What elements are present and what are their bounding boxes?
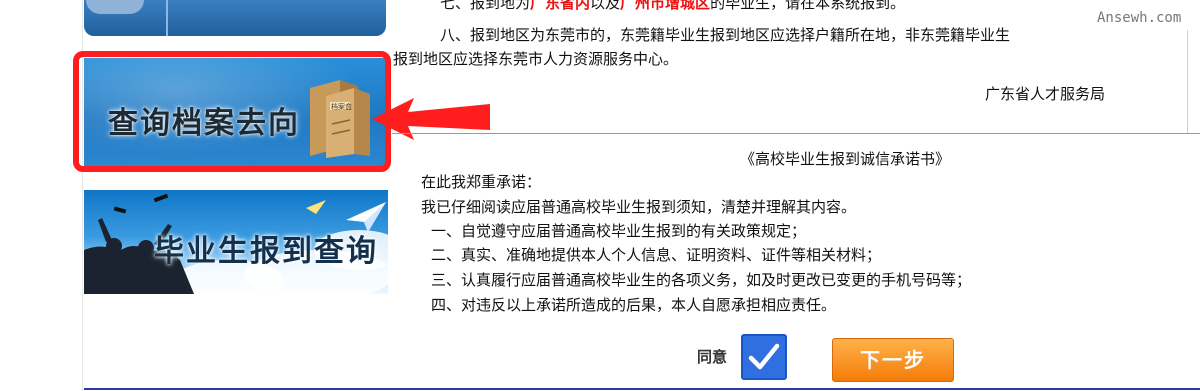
notice-line-7: 七、报到地为广东省内以及广州市增城区的毕业生，请在本系统报到。 bbox=[440, 0, 906, 12]
next-step-button[interactable]: 下一步 bbox=[832, 338, 954, 382]
banner-decoration bbox=[86, 0, 144, 14]
section-divider bbox=[392, 133, 1200, 134]
commitment-intro: 在此我郑重承诺： bbox=[421, 173, 542, 191]
commitment-item: 一、自觉遵守应届普通高校毕业生报到的有关政策规定； bbox=[431, 222, 807, 240]
agree-label: 同意 bbox=[697, 348, 728, 366]
notice-line-8b: 报到地区应选择东莞市人力资源服务中心。 bbox=[393, 50, 679, 68]
notice-signature: 广东省人才服务局 bbox=[985, 85, 1106, 103]
small-plane-icon bbox=[306, 200, 326, 214]
bottom-border bbox=[84, 388, 1200, 390]
page: 查询档案去向 档案盒 毕业生报到查询 七、报到地为广东省内以及广州市增城区的毕业… bbox=[0, 0, 1200, 391]
vertical-divider bbox=[1187, 30, 1188, 134]
watermark: Ansewh.com bbox=[1097, 10, 1182, 26]
checkmark-icon bbox=[748, 343, 780, 370]
commitment-title: 《高校毕业生报到诚信承诺书》 bbox=[740, 150, 951, 168]
agree-checkbox[interactable] bbox=[741, 334, 787, 380]
graduate-report-query-banner[interactable]: 毕业生报到查询 bbox=[84, 190, 388, 294]
commitment-item: 三、认真履行应届普通高校毕业生的各项义务，如及时更改已变更的手机号码等； bbox=[431, 271, 972, 289]
commitment-item: 二、真实、准确地提供本人个人信息、证明资料、证件等相关材料； bbox=[431, 246, 882, 264]
graduate-report-query-label: 毕业生报到查询 bbox=[154, 234, 378, 269]
highlight-frame bbox=[73, 51, 391, 172]
notice-line-8a: 八、报到地区为东莞市的，东莞籍毕业生报到地区应选择户籍所在地，非东莞籍毕业生 bbox=[440, 26, 1011, 44]
top-banner[interactable] bbox=[84, 0, 386, 36]
banner-separator bbox=[166, 0, 168, 36]
commitment-line-1: 我已仔细阅读应届普通高校毕业生报到须知，清楚并理解其内容。 bbox=[421, 198, 857, 216]
commitment-item: 四、对违反以上承诺所造成的后果，本人自愿承担相应责任。 bbox=[431, 296, 837, 314]
red-arrow-icon bbox=[372, 98, 490, 140]
